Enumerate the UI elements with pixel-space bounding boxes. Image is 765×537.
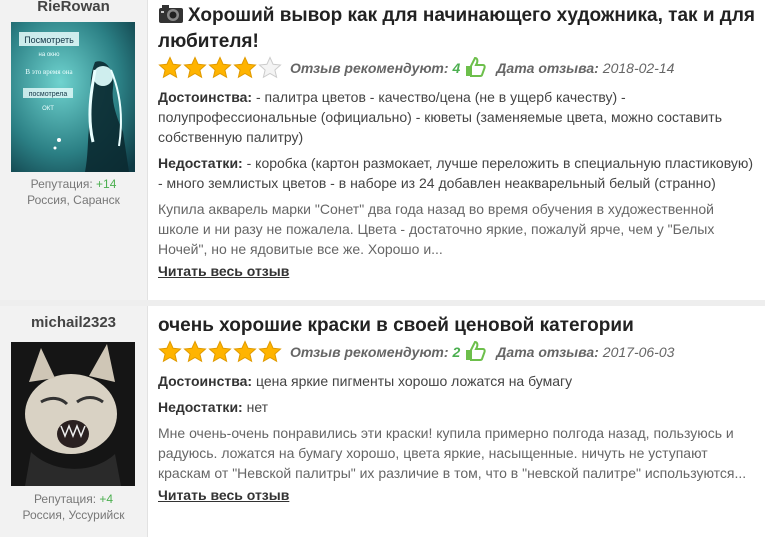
review-date: 2018-02-14 — [602, 60, 675, 76]
review-card: michail2323 Репутация: +4 Россия, Уссури… — [0, 306, 765, 537]
author-sidebar: michail2323 Репутация: +4 Россия, Уссури… — [0, 306, 148, 537]
star-icon-filled — [158, 340, 182, 363]
star-icon-filled — [233, 340, 257, 363]
author-username[interactable]: RieRowan — [0, 0, 147, 15]
rating-stars — [158, 340, 282, 364]
star-icon-filled — [158, 56, 182, 79]
author-username[interactable]: michail2323 — [0, 314, 147, 331]
reputation: Репутация: +14 — [30, 177, 117, 191]
svg-text:на окно: на окно — [39, 52, 61, 58]
author-sidebar: RieRowan Посмотреть на окно В это время … — [0, 0, 148, 300]
star-icon-filled — [183, 340, 207, 363]
star-icon-filled — [233, 56, 257, 79]
review-meta: Отзыв рекомендуют: 2 Дата отзыва: 2017-0… — [158, 339, 758, 365]
review-meta: Отзыв рекомендуют: 4 Дата отзыва: 2018-0… — [158, 55, 758, 81]
svg-text:ОКТ: ОКТ — [42, 106, 54, 112]
rating-stars — [158, 56, 282, 80]
recommend-count: 4 — [452, 60, 461, 76]
svg-text:В это время она: В это время она — [25, 68, 73, 76]
avatar[interactable] — [11, 342, 135, 486]
camera-icon — [158, 4, 184, 30]
star-icon-filled — [208, 56, 232, 79]
cons: Недостатки: - коробка (картон размокает,… — [158, 155, 753, 191]
read-more-link[interactable]: Читать весь отзыв — [158, 487, 289, 503]
thumbs-up-icon[interactable] — [464, 340, 486, 365]
star-icon-filled — [208, 340, 232, 363]
recommend-count: 2 — [452, 344, 461, 360]
author-location: Россия, Уссурийск — [22, 508, 125, 522]
star-icon-filled — [258, 340, 282, 363]
star-icon-empty — [258, 56, 282, 79]
avatar-text: Посмотреть — [24, 35, 74, 45]
reputation-value: +14 — [96, 177, 117, 191]
review-content: Хороший вывор как для начинающего художн… — [158, 4, 758, 281]
reputation-value: +4 — [99, 492, 114, 506]
review-title[interactable]: очень хорошие краски в своей ценовой кат… — [158, 314, 758, 337]
review-date: 2017-06-03 — [602, 344, 675, 360]
review-card: RieRowan Посмотреть на окно В это время … — [0, 0, 765, 300]
author-location: Россия, Саранск — [27, 193, 120, 207]
reputation: Репутация: +4 — [33, 492, 114, 506]
avatar[interactable]: Посмотреть на окно В это время она посмо… — [11, 22, 135, 172]
review-text: Мне очень-очень понравились эти краски! … — [158, 425, 747, 481]
cons: Недостатки: нет — [158, 399, 269, 415]
pros: Достоинства: цена яркие пигменты хорошо … — [158, 373, 573, 389]
review-content: очень хорошие краски в своей ценовой кат… — [158, 314, 758, 505]
review-title[interactable]: Хороший вывор как для начинающего художн… — [158, 4, 758, 53]
thumbs-up-icon[interactable] — [464, 56, 486, 81]
star-icon-filled — [183, 56, 207, 79]
review-text: Купила акварель марки "Сонет" два года н… — [158, 201, 715, 257]
svg-text:посмотрела: посмотрела — [29, 91, 68, 98]
read-more-link[interactable]: Читать весь отзыв — [158, 263, 289, 279]
pros: Достоинства: - палитра цветов - качество… — [158, 89, 722, 145]
